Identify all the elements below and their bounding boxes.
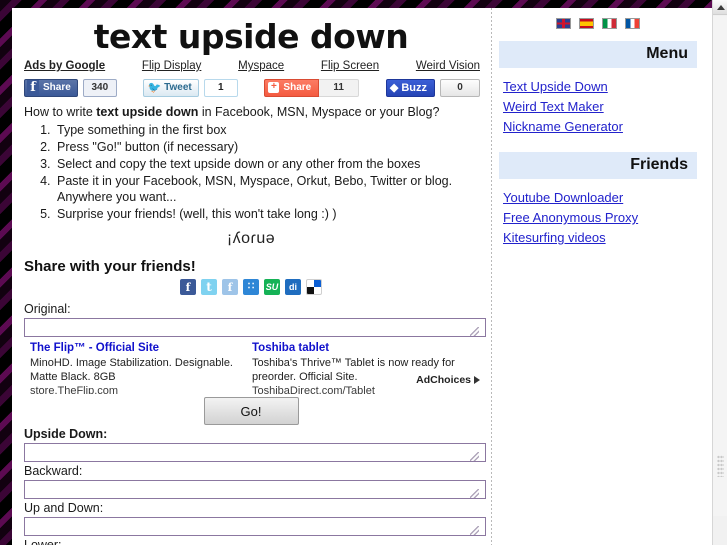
language-flag-row [499, 18, 697, 29]
upside-down-output[interactable] [24, 443, 486, 462]
facebook-share-count: 340 [82, 78, 117, 97]
ads-by-google-label[interactable]: Ads by Google [24, 60, 105, 72]
list-item: Type something in the first box [54, 122, 482, 138]
plus-icon: + [268, 82, 280, 93]
lower-label: Lower: [24, 538, 62, 545]
tweet-count: 1 [203, 78, 238, 97]
share-with-friends-heading: Share with your friends! [24, 258, 196, 275]
sidebar-item-kitesurfing-videos[interactable]: Kitesurfing videos [503, 229, 697, 247]
adchoices-button[interactable]: AdChoices [416, 374, 480, 386]
up-and-down-field-wrap [20, 517, 486, 536]
twitter-share-widget: 🐦 Tweet 1 [143, 78, 238, 98]
buzz-share-widget: ◆ Buzz 0 [385, 78, 481, 98]
flag-fr-icon[interactable] [625, 18, 640, 29]
instruction-steps: Type something in the first box Press "G… [20, 122, 482, 222]
intro-bold: text upside down [96, 105, 199, 119]
vertical-scrollbar[interactable] [712, 0, 727, 545]
stumbleupon-icon[interactable]: SU [264, 279, 280, 295]
menu-section-heading: Menu [499, 41, 697, 68]
ad-display-url: store.TheFlip.com [30, 385, 119, 394]
social-bookmark-icon-row: f t f ∷ SU di [20, 279, 482, 295]
friends-link-list: Youtube Downloader Free Anonymous Proxy … [503, 189, 697, 247]
google-plus-share-widget: + Share 11 [264, 78, 360, 98]
ad-link-weird-vision[interactable]: Weird Vision [416, 60, 480, 72]
scrollbar-thumb[interactable] [713, 16, 727, 516]
intro-before: How to write [24, 105, 97, 119]
buzz-icon: ◆ [389, 82, 399, 94]
google-plus-share-button[interactable]: + Share [264, 78, 320, 97]
sidebar-item-youtube-downloader[interactable]: Youtube Downloader [503, 189, 697, 207]
google-ads-link-bar: Ads by Google Flip Display Myspace Flip … [20, 58, 482, 72]
delicious-icon[interactable] [306, 279, 322, 295]
upside-down-label: Upside Down: [24, 427, 108, 441]
adchoices-label: AdChoices [416, 374, 471, 386]
tweet-button[interactable]: 🐦 Tweet [143, 78, 199, 97]
up-and-down-output[interactable] [24, 517, 486, 536]
google-plus-share-label: Share [283, 82, 312, 93]
tweet-label: Tweet [164, 82, 192, 93]
chevron-up-icon [716, 4, 725, 10]
google-plus-share-count: 11 [319, 78, 360, 97]
digg-icon[interactable]: di [285, 279, 301, 295]
facebook-icon: f [27, 79, 39, 96]
buzz-label: Buzz [401, 81, 428, 94]
sidebar-item-free-anonymous-proxy[interactable]: Free Anonymous Proxy [503, 209, 697, 227]
column-divider [491, 8, 492, 545]
ad-link-myspace[interactable]: Myspace [238, 60, 284, 72]
ad-title-link[interactable]: The Flip™ - Official Site [30, 342, 245, 354]
scrollbar-grip-icon [717, 455, 724, 477]
original-field-wrap [20, 318, 486, 337]
ad-unit-toshiba: Toshiba tablet Toshiba's Thrive™ Tablet … [252, 342, 467, 394]
adchoices-triangle-icon [474, 376, 480, 384]
google-ad-block: The Flip™ - Official Site MinoHD. Image … [24, 342, 490, 394]
menu-link-list: Text Upside Down Weird Text Maker Nickna… [503, 78, 697, 136]
scrollbar-up-button[interactable] [713, 0, 727, 15]
facebook-share-widget: f Share 340 [24, 78, 117, 98]
main-content-column: text upside down Ads by Google Flip Disp… [12, 8, 490, 545]
intro-sentence: How to write text upside down in Faceboo… [24, 105, 482, 119]
ad-link-flip-screen[interactable]: Flip Screen [321, 60, 379, 72]
facebook-icon[interactable]: f [180, 279, 196, 295]
sidebar-item-weird-text-maker[interactable]: Weird Text Maker [503, 98, 697, 116]
ad-link-flip-display[interactable]: Flip Display [142, 60, 201, 72]
original-input[interactable] [24, 318, 486, 337]
facebook-share-label: Share [43, 82, 71, 93]
upside-down-field-wrap [20, 443, 486, 462]
hi5-icon[interactable]: ∷ [243, 279, 259, 295]
buzz-button[interactable]: ◆ Buzz [385, 78, 436, 97]
backward-output[interactable] [24, 480, 486, 499]
page-canvas: text upside down Ads by Google Flip Disp… [12, 8, 712, 545]
list-item: Surprise your friends! (well, this won't… [54, 206, 482, 222]
buzz-count: 0 [440, 78, 481, 97]
up-and-down-label: Up and Down: [24, 501, 104, 515]
intro-after: in Facebook, MSN, Myspace or your Blog? [198, 105, 440, 119]
ad-description-line: Matte Black. 8GB [30, 371, 116, 383]
twitter-bird-icon: 🐦 [147, 82, 162, 94]
flag-es-icon[interactable] [579, 18, 594, 29]
twitter-icon[interactable]: t [201, 279, 217, 295]
list-item: Paste it in your Facebook, MSN, Myspace,… [54, 173, 482, 205]
ad-description-line: Toshiba's Thrive™ Tablet is now ready fo… [252, 357, 455, 369]
social-share-button-row: f Share 340 🐦 Tweet 1 + Share 11 ◆ Buzz … [24, 77, 481, 98]
friendfeed-icon[interactable]: f [222, 279, 238, 295]
friends-section-heading: Friends [499, 152, 697, 179]
go-button-wrap: Go! [20, 397, 482, 425]
backward-label: Backward: [24, 464, 83, 478]
sidebar-item-nickname-generator[interactable]: Nickname Generator [503, 118, 697, 136]
backward-field-wrap [20, 480, 486, 499]
enjoy-upside-down-text: ¡ʎoɾuǝ [226, 230, 276, 247]
list-item: Press "Go!" button (if necessary) [54, 139, 482, 155]
original-label: Original: [24, 302, 71, 316]
flag-it-icon[interactable] [602, 18, 617, 29]
page-title: text upside down [93, 17, 409, 56]
go-button[interactable]: Go! [203, 397, 299, 425]
facebook-share-button[interactable]: f Share [24, 78, 78, 97]
ad-unit-the-flip: The Flip™ - Official Site MinoHD. Image … [30, 342, 245, 394]
ad-title-link[interactable]: Toshiba tablet [252, 342, 467, 354]
flag-uk-icon[interactable] [556, 18, 571, 29]
ad-description-line: MinoHD. Image Stabilization. Designable. [30, 357, 233, 369]
right-sidebar: Menu Text Upside Down Weird Text Maker N… [499, 8, 697, 545]
list-item: Select and copy the text upside down or … [54, 156, 482, 172]
sidebar-item-text-upside-down[interactable]: Text Upside Down [503, 78, 697, 96]
